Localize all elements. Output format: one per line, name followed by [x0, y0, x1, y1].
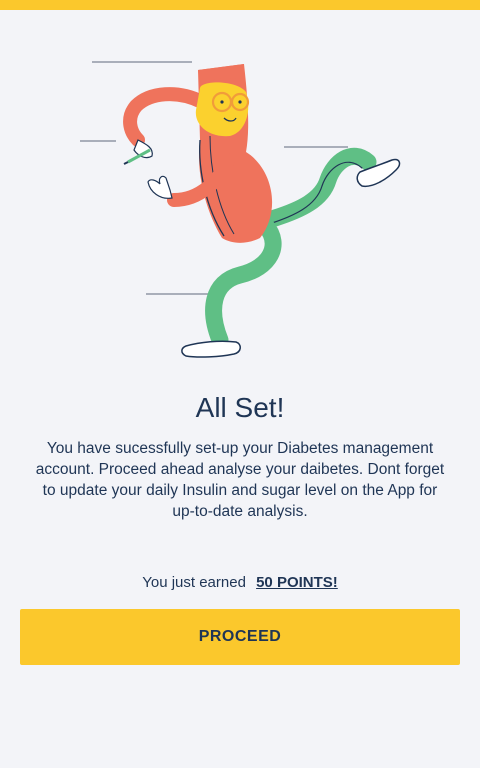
- running-person-illustration: [80, 61, 401, 358]
- reward-line: You just earned 50 POINTS!: [0, 574, 480, 591]
- reward-prefix: You just earned: [142, 574, 246, 591]
- page-title: All Set!: [195, 392, 285, 423]
- proceed-button[interactable]: PROCEED: [20, 609, 460, 665]
- success-message: You have sucessfully set-up your Diabete…: [35, 440, 445, 520]
- top-accent-bar: [0, 0, 480, 10]
- points-link[interactable]: 50 POINTS!: [256, 574, 338, 591]
